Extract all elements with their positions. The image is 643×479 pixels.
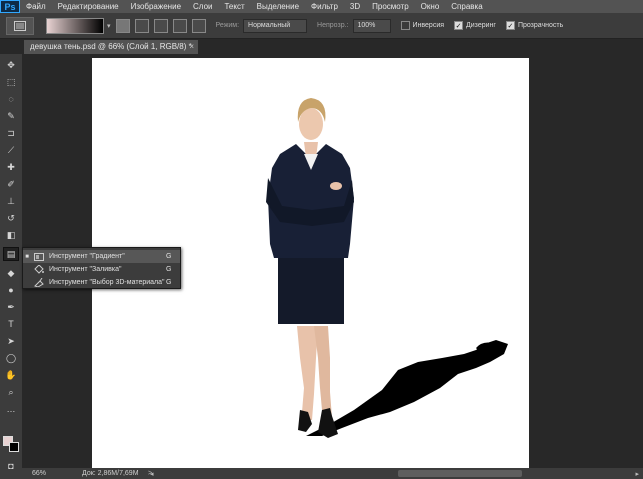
zoom-tool-icon[interactable]: ⌕: [3, 385, 19, 399]
menu-help[interactable]: Справка: [445, 0, 488, 13]
more-tools-icon[interactable]: …: [3, 402, 19, 416]
clone-stamp-tool-icon[interactable]: ⊥: [3, 194, 19, 208]
move-tool-icon[interactable]: ✥: [3, 58, 19, 72]
transparency-label: Прозрачность: [517, 22, 564, 29]
quick-mask-icon[interactable]: ◘: [3, 459, 19, 473]
gradient-icon: [33, 252, 45, 261]
gradient-swatch[interactable]: [46, 17, 104, 34]
inverse-label: Инверсия: [412, 22, 445, 29]
mode-value: Нормальный: [248, 22, 291, 29]
options-bar: ▾ Режим: Нормальный Непрозр.: 100% Инвер…: [0, 13, 643, 39]
quick-selection-tool-icon[interactable]: ✎: [3, 109, 19, 123]
flyout-shortcut: G: [166, 253, 172, 260]
background-color-swatch[interactable]: [9, 442, 19, 452]
flyout-item-3d-material[interactable]: Инструмент "Выбор 3D-материала" G: [23, 276, 180, 289]
blur-tool-icon[interactable]: ◆: [3, 266, 19, 280]
selected-bullet-icon: ■: [25, 253, 29, 260]
menu-edit[interactable]: Редактирование: [52, 0, 125, 13]
woman-skirt: [278, 254, 344, 324]
history-brush-tool-icon[interactable]: ↺: [3, 211, 19, 225]
marquee-tool-icon[interactable]: ⬚: [3, 75, 19, 89]
menu-layers[interactable]: Слои: [187, 0, 218, 13]
eraser-tool-icon[interactable]: ◧: [3, 228, 19, 242]
opacity-input[interactable]: 100%: [352, 18, 391, 33]
flyout-label: Инструмент "Заливка": [49, 266, 122, 273]
paint-bucket-icon: [33, 265, 45, 274]
dither-label: Дизеринг: [466, 22, 496, 29]
brush-tool-icon[interactable]: ✐: [3, 177, 19, 191]
dodge-tool-icon[interactable]: ●: [3, 283, 19, 297]
menu-bar: Ps Файл Редактирование Изображение Слои …: [0, 0, 643, 13]
opacity-value: 100%: [357, 22, 376, 29]
status-bar: 66% Док: 2,86M/7,69M > ◂ ▸: [22, 468, 643, 479]
document-tab[interactable]: девушка тень.psd @ 66% (Слой 1, RGB/8) *…: [24, 40, 198, 54]
tools-panel: ✥ ⬚ ◌ ✎ ⊐ ⟋ ✚ ✐ ⊥ ↺ ◧ ▤ ◆ ● ✒ T ➤ ◯ ✋ ⌕ …: [0, 54, 22, 479]
zoom-level[interactable]: 66%: [32, 470, 72, 477]
flyout-label: Инструмент "Градиент": [49, 253, 125, 260]
lasso-tool-icon[interactable]: ◌: [3, 92, 19, 106]
menu-select[interactable]: Выделение: [251, 0, 305, 13]
linear-gradient-button[interactable]: [115, 18, 130, 33]
eyedropper-tool-icon[interactable]: ⟋: [3, 143, 19, 157]
healing-brush-tool-icon[interactable]: ✚: [3, 160, 19, 174]
mode-select[interactable]: Нормальный: [243, 18, 308, 33]
opacity-label: Непрозр.:: [317, 22, 349, 29]
radial-gradient-button[interactable]: [134, 18, 149, 33]
scroll-right-icon[interactable]: ▸: [635, 470, 639, 478]
type-tool-icon[interactable]: T: [3, 317, 19, 331]
flyout-label: Инструмент "Выбор 3D-материала": [49, 279, 165, 286]
dither-checkbox[interactable]: ✓: [454, 21, 464, 30]
menu-filter[interactable]: Фильтр: [305, 0, 344, 13]
flyout-item-paint-bucket[interactable]: Инструмент "Заливка" G: [23, 263, 180, 276]
chevron-down-icon[interactable]: ▾: [107, 22, 111, 30]
mode-label: Режим:: [215, 22, 240, 29]
tool-preset-picker[interactable]: [6, 16, 34, 35]
gradient-preset-icon: [14, 20, 26, 31]
document-tabs: девушка тень.psd @ 66% (Слой 1, RGB/8) *…: [24, 40, 643, 54]
inverse-checkbox[interactable]: [400, 21, 410, 30]
woman-head: [299, 108, 323, 140]
3d-material-drop-icon: [33, 278, 45, 287]
transparency-checkbox[interactable]: ✓: [505, 21, 515, 30]
menu-window[interactable]: Окно: [415, 0, 446, 13]
menu-view[interactable]: Просмотр: [366, 0, 415, 13]
close-icon[interactable]: ×: [189, 40, 194, 54]
reflected-gradient-button[interactable]: [172, 18, 187, 33]
flyout-shortcut: G: [166, 266, 172, 273]
woman-legs: [297, 326, 318, 420]
pen-tool-icon[interactable]: ✒: [3, 300, 19, 314]
woman-shadow: [306, 340, 508, 436]
gradient-tool-icon[interactable]: ▤: [3, 247, 19, 261]
angle-gradient-button[interactable]: [153, 18, 168, 33]
diamond-gradient-button[interactable]: [191, 18, 206, 33]
hand-tool-icon[interactable]: ✋: [3, 368, 19, 382]
gradient-tool-flyout: ■ Инструмент "Градиент" G Инструмент "За…: [22, 247, 181, 289]
menu-3d[interactable]: 3D: [344, 0, 366, 13]
menu-type[interactable]: Текст: [218, 0, 250, 13]
crop-tool-icon[interactable]: ⊐: [3, 126, 19, 140]
app-logo: Ps: [0, 0, 20, 13]
ellipse-tool-icon[interactable]: ◯: [3, 351, 19, 365]
menu-image[interactable]: Изображение: [125, 0, 187, 13]
flyout-shortcut: G: [166, 279, 172, 286]
horizontal-scrollbar[interactable]: [398, 470, 522, 477]
document-info: Док: 2,86M/7,69M: [82, 470, 139, 477]
flyout-item-gradient[interactable]: ■ Инструмент "Градиент" G: [23, 250, 180, 263]
scroll-left-icon[interactable]: ◂: [150, 470, 154, 478]
path-selection-tool-icon[interactable]: ➤: [3, 334, 19, 348]
document-tab-title: девушка тень.psd @ 66% (Слой 1, RGB/8) *: [30, 42, 192, 51]
menu-file[interactable]: Файл: [20, 0, 52, 13]
